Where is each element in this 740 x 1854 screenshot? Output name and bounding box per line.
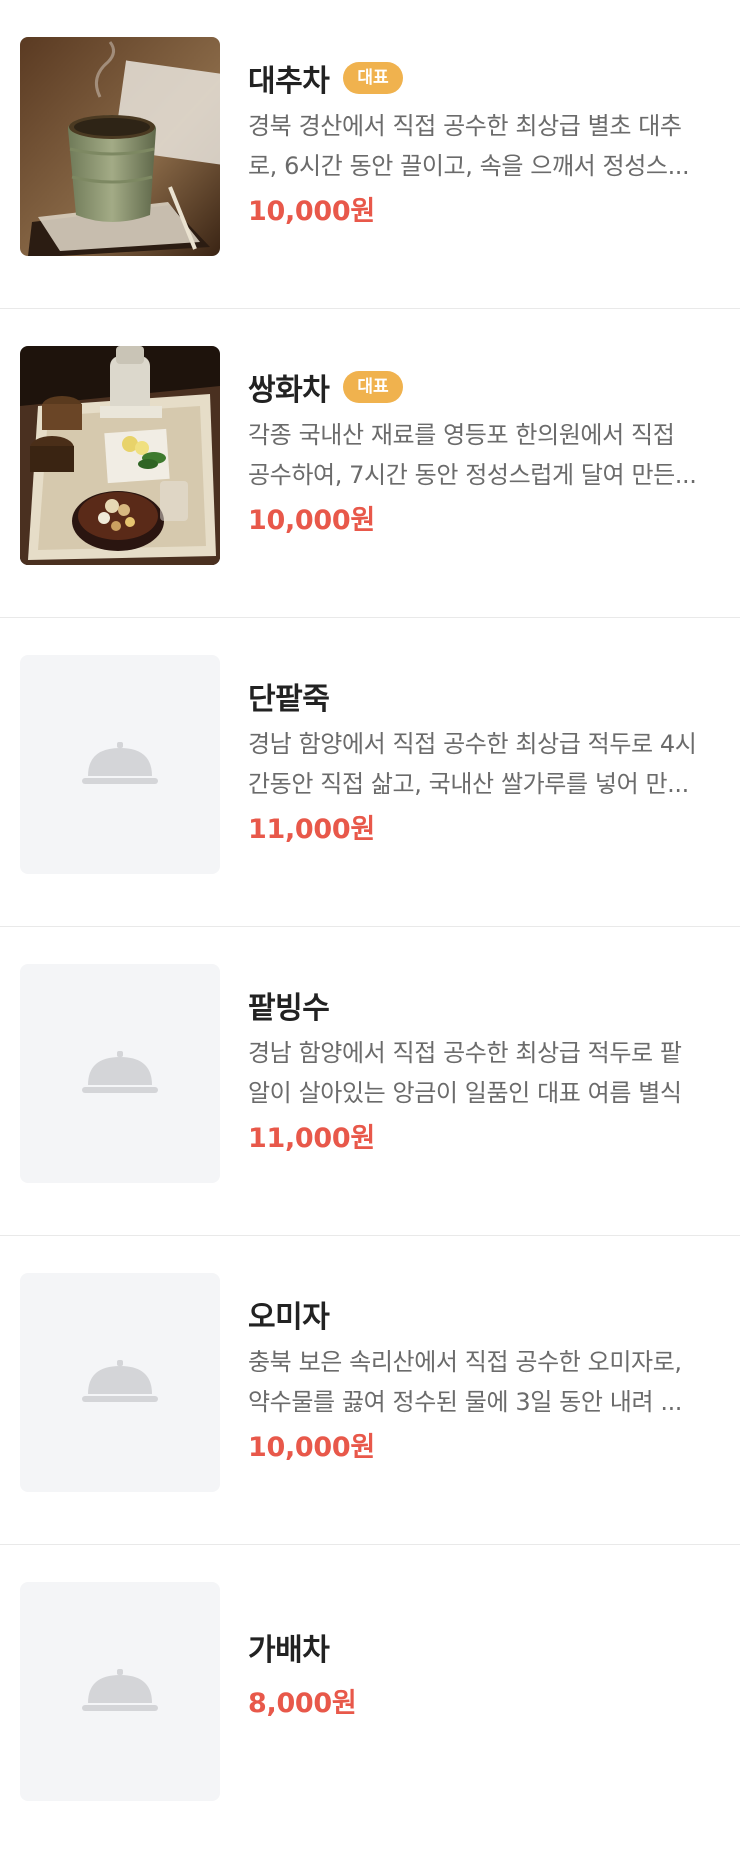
menu-item-description: 각종 국내산 재료를 영등포 한의원에서 직접 공수하여, 7시간 동안 정성스… — [248, 415, 728, 495]
menu-item-name: 팥빙수 — [248, 991, 330, 1026]
description-line: 경북 경산에서 직접 공수한 최상급 별초 대추 — [248, 112, 682, 140]
menu-item-description: 경북 경산에서 직접 공수한 최상급 별초 대추 로, 6시간 동안 끌이고, … — [248, 106, 728, 186]
description-line: 각종 국내산 재료를 영등포 한의원에서 직접 — [248, 421, 675, 449]
description-line: 간동안 직접 삶고, 국내산 쌀가루를 넣어 만... — [248, 770, 689, 798]
menu-item[interactable]: 대추차 대표 경북 경산에서 직접 공수한 최상급 별초 대추 로, 6시간 동… — [0, 0, 740, 309]
menu-item-name: 단팥죽 — [248, 682, 330, 717]
menu-item-info: 단팥죽 경남 함양에서 직접 공수한 최상급 적두로 4시 간동안 직접 삶고,… — [248, 676, 728, 846]
menu-item-name: 쌍화차 — [248, 373, 330, 408]
signature-badge: 대표 — [343, 371, 403, 403]
menu-item-price: 10,000원 — [248, 196, 375, 227]
title-row: 팥빙수 — [248, 985, 728, 1026]
description-line: 경남 함양에서 직접 공수한 최상급 적두로 4시 — [248, 730, 697, 758]
image-placeholder[interactable] — [20, 1582, 220, 1801]
description-line: 충북 보은 속리산에서 직접 공수한 오미자로, — [248, 1348, 682, 1376]
menu-item[interactable]: 단팥죽 경남 함양에서 직접 공수한 최상급 적두로 4시 간동안 직접 삶고,… — [0, 618, 740, 927]
signature-badge: 대표 — [343, 62, 403, 94]
title-row: 오미자 — [248, 1294, 728, 1335]
cloche-icon — [82, 741, 158, 784]
menu-item-info: 팥빙수 경남 함양에서 직접 공수한 최상급 적두로 팥 알이 살아있는 앙금이… — [248, 985, 728, 1155]
menu-item-price: 10,000원 — [248, 1432, 375, 1463]
jujube-tea-photo[interactable] — [20, 37, 220, 256]
description-line: 경남 함양에서 직접 공수한 최상급 적두로 팥 — [248, 1039, 682, 1067]
menu-item-name: 가배차 — [248, 1633, 330, 1668]
menu-item[interactable]: 오미자 충북 보은 속리산에서 직접 공수한 오미자로, 약수물를 끓여 정수된… — [0, 1236, 740, 1545]
description-line: 로, 6시간 동안 끌이고, 속을 으깨서 정성스... — [248, 152, 690, 180]
menu-item-price: 11,000원 — [248, 814, 375, 845]
cloche-icon — [82, 1668, 158, 1711]
title-row: 단팥죽 — [248, 676, 728, 717]
menu-item-info: 가배차 8,000원 — [248, 1627, 728, 1720]
menu-item-price: 8,000원 — [248, 1688, 357, 1719]
menu-item-info: 쌍화차 대표 각종 국내산 재료를 영등포 한의원에서 직접 공수하여, 7시간… — [248, 367, 728, 537]
title-row: 가배차 — [248, 1627, 728, 1668]
ssanghwa-tea-photo[interactable] — [20, 346, 220, 565]
menu-item[interactable]: 가배차 8,000원 — [0, 1545, 740, 1854]
cloche-icon — [82, 1050, 158, 1093]
menu-item-price: 10,000원 — [248, 505, 375, 536]
menu-item-name: 오미자 — [248, 1300, 330, 1335]
menu-item[interactable]: 쌍화차 대표 각종 국내산 재료를 영등포 한의원에서 직접 공수하여, 7시간… — [0, 309, 740, 618]
image-placeholder[interactable] — [20, 1273, 220, 1492]
menu-item-price: 11,000원 — [248, 1123, 375, 1154]
menu-list: 대추차 대표 경북 경산에서 직접 공수한 최상급 별초 대추 로, 6시간 동… — [0, 0, 740, 1854]
title-row: 쌍화차 대표 — [248, 367, 728, 408]
menu-item[interactable]: 팥빙수 경남 함양에서 직접 공수한 최상급 적두로 팥 알이 살아있는 앙금이… — [0, 927, 740, 1236]
description-line: 공수하여, 7시간 동안 정성스럽게 달여 만든... — [248, 461, 697, 489]
menu-item-info: 대추차 대표 경북 경산에서 직접 공수한 최상급 별초 대추 로, 6시간 동… — [248, 58, 728, 228]
description-line: 알이 살아있는 앙금이 일품인 대표 여름 별식 — [248, 1079, 682, 1107]
description-line: 약수물를 끓여 정수된 물에 3일 동안 내려 ... — [248, 1388, 683, 1416]
image-placeholder[interactable] — [20, 655, 220, 874]
menu-item-description: 충북 보은 속리산에서 직접 공수한 오미자로, 약수물를 끓여 정수된 물에 … — [248, 1342, 728, 1422]
image-placeholder[interactable] — [20, 964, 220, 1183]
title-row: 대추차 대표 — [248, 58, 728, 99]
menu-item-name: 대추차 — [248, 64, 330, 99]
menu-item-description: 경남 함양에서 직접 공수한 최상급 적두로 팥 알이 살아있는 앙금이 일품인… — [248, 1033, 728, 1113]
menu-item-info: 오미자 충북 보은 속리산에서 직접 공수한 오미자로, 약수물를 끓여 정수된… — [248, 1294, 728, 1464]
menu-item-description: 경남 함양에서 직접 공수한 최상급 적두로 4시 간동안 직접 삶고, 국내산… — [248, 724, 728, 804]
cloche-icon — [82, 1359, 158, 1402]
